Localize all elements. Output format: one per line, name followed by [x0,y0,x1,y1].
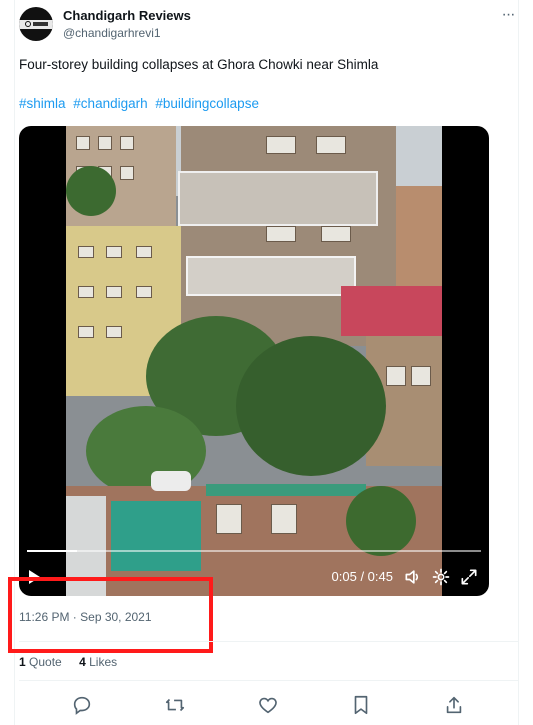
video-player[interactable]: 0:05 / 0:45 [19,126,489,596]
retweet-icon[interactable] [164,694,186,716]
tweet-stats: 1 Quote 4 Likes [19,655,131,669]
hashtag-link[interactable]: #shimla [19,96,66,111]
settings-gear-icon[interactable] [431,567,451,587]
video-progress-fill [27,550,77,552]
quotes-stat[interactable]: 1 Quote [19,655,62,669]
video-frame [66,126,442,596]
volume-icon[interactable] [403,567,423,587]
hashtag-list: #shimla #chandigarh #buildingcollapse [19,96,263,111]
video-time: 0:05 / 0:45 [331,569,393,584]
tweet-text: Four-storey building collapses at Ghora … [19,57,379,72]
likes-stat[interactable]: 4 Likes [79,655,117,669]
like-icon[interactable] [257,694,279,716]
reply-icon[interactable] [71,694,93,716]
share-icon[interactable] [443,694,465,716]
tweet-actions [19,694,519,716]
more-options-icon[interactable]: ··· [499,7,517,26]
avatar[interactable] [19,7,53,41]
hashtag-link[interactable]: #chandigarh [73,96,147,111]
bookmark-icon[interactable] [350,694,372,716]
hashtag-link[interactable]: #buildingcollapse [155,96,259,111]
divider [19,680,519,681]
author-name[interactable]: Chandigarh Reviews [63,8,191,23]
author-handle[interactable]: @chandigarhrevi1 [63,26,161,40]
divider [19,641,519,642]
video-progress-bar[interactable] [27,550,481,552]
fullscreen-icon[interactable] [459,567,479,587]
tweet-header: Chandigarh Reviews @chandigarhrevi1 ··· [19,6,519,46]
